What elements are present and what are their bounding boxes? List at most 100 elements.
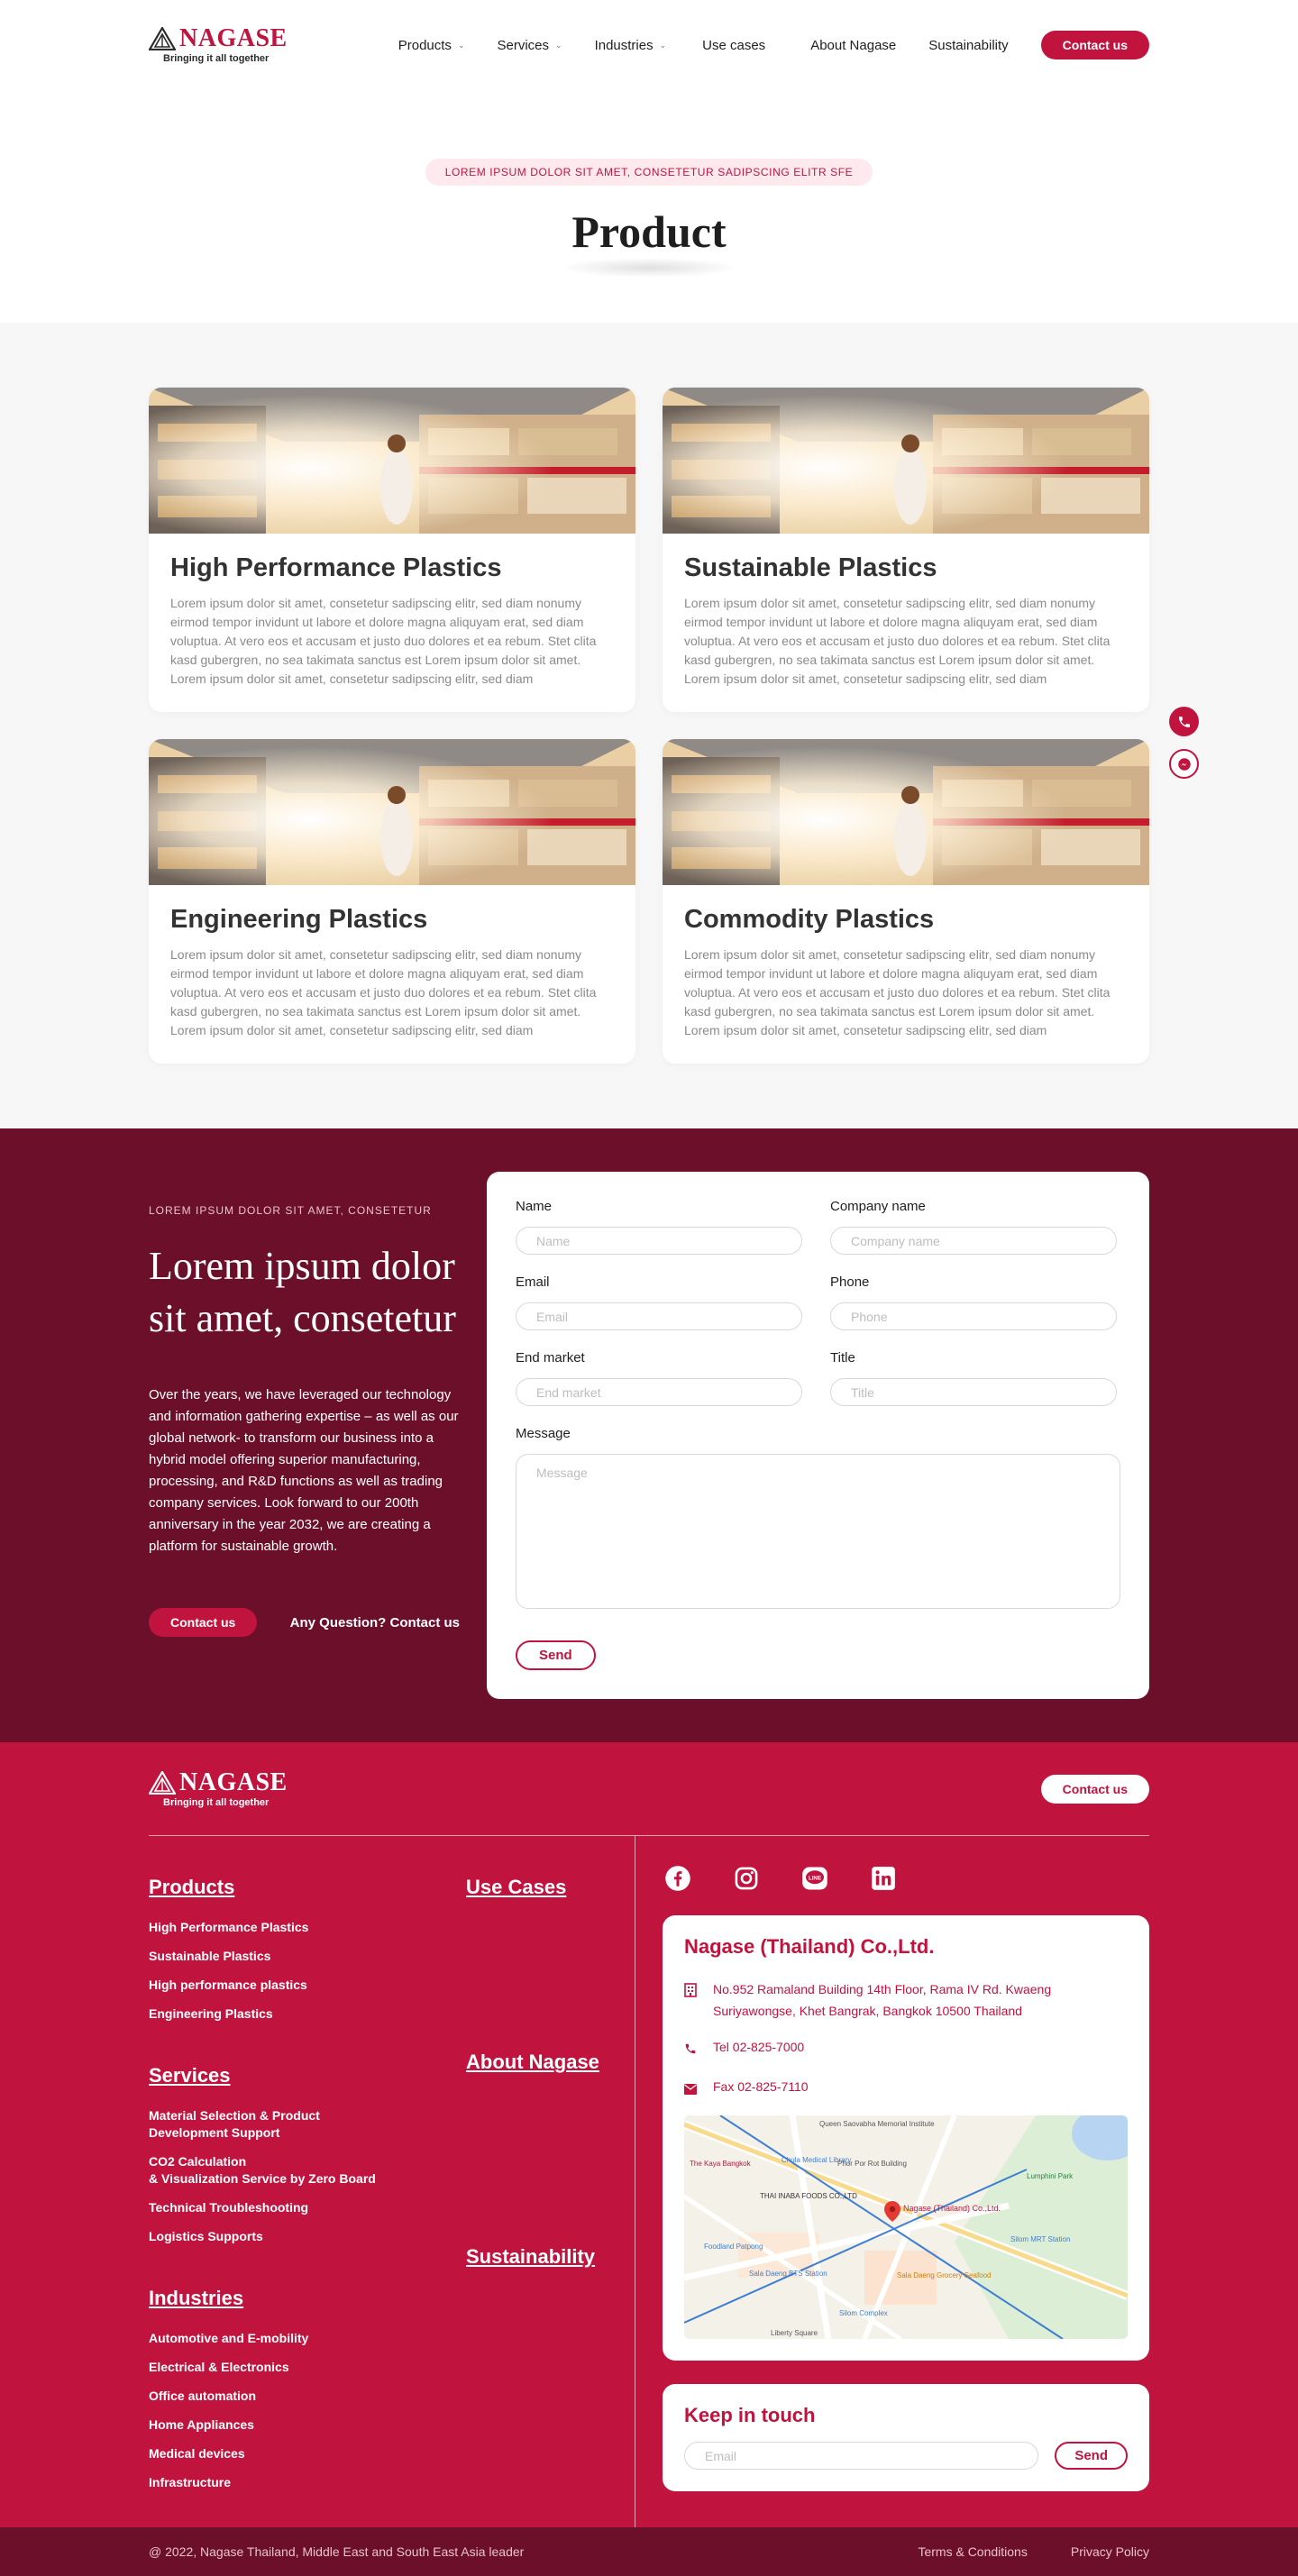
footer-link[interactable]: Infrastructure bbox=[149, 2474, 466, 2491]
footer-link[interactable]: Automotive and E-mobility bbox=[149, 2330, 466, 2347]
name-label: Name bbox=[516, 1199, 553, 1214]
nav-products[interactable]: Products ⌄ bbox=[398, 38, 465, 53]
chevron-down-icon: ⌄ bbox=[659, 40, 667, 50]
facebook-icon[interactable] bbox=[664, 1865, 691, 1892]
title-label: Title bbox=[830, 1350, 855, 1366]
nav-about[interactable]: About Nagase bbox=[810, 38, 896, 53]
phone-field[interactable] bbox=[830, 1302, 1117, 1330]
product-card[interactable]: Sustainable Plastics Lorem ipsum dolor s… bbox=[663, 388, 1149, 712]
end-market-field[interactable] bbox=[516, 1378, 802, 1406]
message-label: Message bbox=[516, 1426, 571, 1441]
footer-logo[interactable]: NAGASE Bringing it all together bbox=[149, 1769, 293, 1808]
footer-link[interactable]: Medical devices bbox=[149, 2445, 466, 2462]
nav-services[interactable]: Services ⌄ bbox=[497, 38, 562, 53]
warehouse-image bbox=[149, 739, 635, 885]
hero-tag: LOREM IPSUM DOLOR SIT AMET, CONSETETUR S… bbox=[425, 159, 873, 186]
footer-link[interactable]: Technical Troubleshooting bbox=[149, 2199, 466, 2216]
name-field[interactable] bbox=[516, 1227, 802, 1255]
footer-industries-heading[interactable]: Industries bbox=[149, 2287, 466, 2310]
product-card[interactable]: High Performance Plastics Lorem ipsum do… bbox=[149, 388, 635, 712]
company-name-field[interactable] bbox=[830, 1227, 1117, 1255]
nav-services-label: Services bbox=[497, 37, 550, 53]
map-label: Sala Daeng Grocery Seafood bbox=[897, 2271, 992, 2279]
warehouse-image bbox=[663, 388, 1149, 534]
contact-body: Over the years, we have leveraged our te… bbox=[149, 1387, 459, 1554]
copyright-bar: @ 2022, Nagase Thailand, Middle East and… bbox=[0, 2527, 1298, 2576]
company-address: No.952 Ramaland Building 14th Floor, Ram… bbox=[713, 1982, 1052, 2018]
site-footer: NAGASE Bringing it all together Contact … bbox=[0, 1742, 1298, 2576]
map-label: Silom Complex bbox=[839, 2309, 888, 2317]
products-section: High Performance Plastics Lorem ipsum do… bbox=[0, 323, 1298, 1128]
product-card[interactable]: Engineering Plastics Lorem ipsum dolor s… bbox=[149, 739, 635, 1064]
footer-link[interactable]: Home Appliances bbox=[149, 2416, 466, 2434]
footer-link[interactable]: Material Selection & Product Development… bbox=[149, 2107, 466, 2142]
logo-tagline: Bringing it all together bbox=[163, 1796, 270, 1808]
linkedin-icon[interactable] bbox=[870, 1865, 897, 1892]
phone-label: Phone bbox=[830, 1274, 870, 1290]
footer-link[interactable]: High performance plastics bbox=[149, 1977, 466, 1994]
logo-wordmark: NAGASE bbox=[179, 24, 288, 52]
social-links: LINE bbox=[663, 1865, 1149, 1892]
privacy-link[interactable]: Privacy Policy bbox=[1071, 2544, 1149, 2559]
contact-kicker: LOREM IPSUM DOLOR SIT AMET, CONSETETUR bbox=[149, 1204, 432, 1217]
footer-products-heading[interactable]: Products bbox=[149, 1876, 466, 1899]
nav-industries[interactable]: Industries ⌄ bbox=[595, 38, 667, 53]
map-label: Liberty Square bbox=[771, 2329, 818, 2337]
copyright-text: @ 2022, Nagase Thailand, Middle East and… bbox=[149, 2544, 525, 2559]
logo-mark-icon bbox=[149, 1770, 176, 1795]
nav-sustainability[interactable]: Sustainability bbox=[928, 38, 1008, 53]
contact-heading: Lorem ipsum dolor sit amet, consetetur bbox=[149, 1244, 456, 1340]
contact-section: LOREM IPSUM DOLOR SIT AMET, CONSETETUR L… bbox=[0, 1128, 1298, 1742]
chevron-down-icon: ⌄ bbox=[457, 40, 465, 50]
line-icon[interactable]: LINE bbox=[801, 1865, 828, 1892]
footer-link[interactable]: Logistics Supports bbox=[149, 2228, 466, 2245]
footer-link[interactable]: High Performance Plastics bbox=[149, 1919, 466, 1936]
footer-sustainability-heading[interactable]: Sustainability bbox=[466, 2245, 635, 2269]
company-label: Company name bbox=[830, 1199, 926, 1214]
site-header: NAGASE Bringing it all together Products… bbox=[0, 0, 1298, 90]
newsletter-email-field[interactable] bbox=[684, 2442, 1039, 2470]
product-title: Commodity Plastics bbox=[684, 905, 935, 934]
terms-link[interactable]: Terms & Conditions bbox=[918, 2544, 1027, 2559]
location-map[interactable]: Nagase (Thailand) Co.,Ltd. Phor Por Rot … bbox=[684, 2115, 1128, 2339]
map-label: The Kaya Bangkok bbox=[690, 2160, 752, 2168]
map-illustration: Nagase (Thailand) Co.,Ltd. Phor Por Rot … bbox=[684, 2115, 1128, 2339]
email-field[interactable] bbox=[516, 1302, 802, 1330]
footer-services-heading[interactable]: Services bbox=[149, 2064, 466, 2087]
phone-icon bbox=[684, 2036, 700, 2061]
product-description: Lorem ipsum dolor sit amet, consetetur s… bbox=[684, 596, 1111, 686]
hero-section: LOREM IPSUM DOLOR SIT AMET, CONSETETUR S… bbox=[0, 90, 1298, 323]
keep-in-touch-heading: Keep in touch bbox=[684, 2404, 816, 2426]
header-contact-button[interactable]: Contact us bbox=[1040, 31, 1149, 59]
newsletter-send-button[interactable]: Send bbox=[1055, 2442, 1128, 2470]
title-field[interactable] bbox=[830, 1378, 1117, 1406]
keep-in-touch-card: Keep in touch Send bbox=[663, 2384, 1149, 2491]
footer-links: Products High Performance Plastics Susta… bbox=[149, 1836, 635, 2527]
send-button[interactable]: Send bbox=[516, 1640, 596, 1670]
nagase-logo[interactable]: NAGASE Bringing it all together bbox=[149, 26, 293, 64]
footer-link[interactable]: CO2 Calculation & Visualization Service … bbox=[149, 2153, 466, 2188]
footer-link[interactable]: Electrical & Electronics bbox=[149, 2359, 466, 2376]
instagram-icon[interactable] bbox=[733, 1865, 760, 1892]
footer-contact-button[interactable]: Contact us bbox=[1040, 1774, 1149, 1804]
message-field[interactable] bbox=[516, 1454, 1120, 1609]
contact-us-button[interactable]: Contact us bbox=[149, 1608, 258, 1637]
footer-link[interactable]: Office automation bbox=[149, 2388, 466, 2405]
footer-link[interactable]: Sustainable Plastics bbox=[149, 1948, 466, 1965]
any-question-link[interactable]: Any Question? Contact us bbox=[290, 1615, 460, 1631]
product-description: Lorem ipsum dolor sit amet, consetetur s… bbox=[170, 947, 597, 1037]
footer-about-heading[interactable]: About Nagase bbox=[466, 2051, 635, 2074]
company-tel[interactable]: Tel 02-825-7000 bbox=[713, 2036, 804, 2061]
product-title: High Performance Plastics bbox=[170, 553, 502, 582]
map-label: Foodland Patpong bbox=[704, 2243, 763, 2251]
building-icon bbox=[684, 1978, 700, 2022]
warehouse-illustration bbox=[149, 388, 635, 534]
footer-link[interactable]: Engineering Plastics bbox=[149, 2005, 466, 2023]
company-fax: Fax 02-825-7110 bbox=[713, 2079, 809, 2094]
map-label: Nagase (Thailand) Co.,Ltd. bbox=[903, 2204, 1001, 2213]
product-card[interactable]: Commodity Plastics Lorem ipsum dolor sit… bbox=[663, 739, 1149, 1064]
phone-icon[interactable] bbox=[1169, 707, 1199, 736]
nav-use-cases[interactable]: Use cases bbox=[702, 38, 765, 53]
messenger-icon[interactable] bbox=[1169, 749, 1199, 779]
footer-use-cases-heading[interactable]: Use Cases bbox=[466, 1876, 635, 1899]
